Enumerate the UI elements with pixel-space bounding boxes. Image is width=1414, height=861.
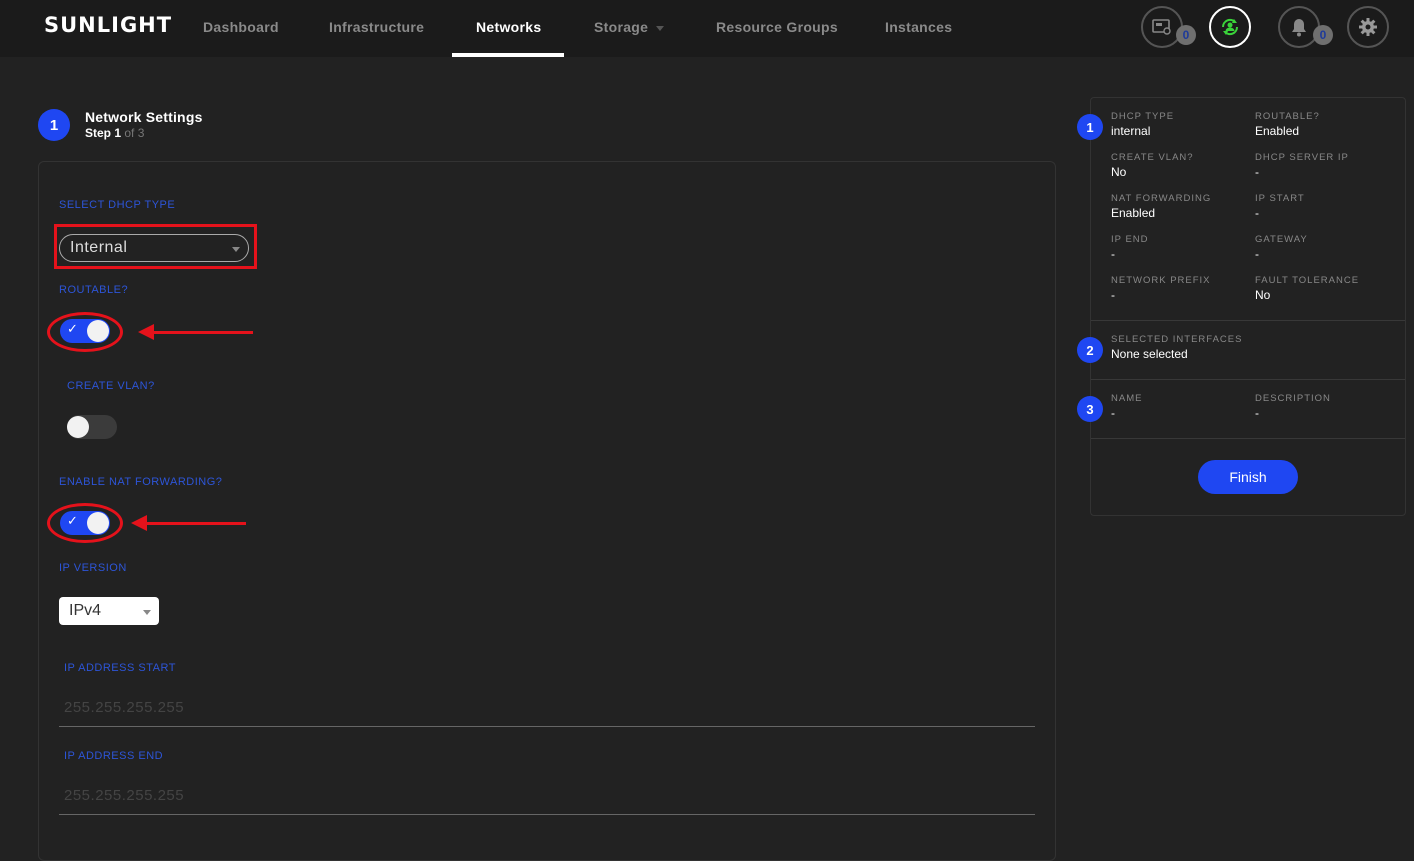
summary-label: SELECTED INTERFACES (1111, 334, 1243, 345)
annotation-ellipse (47, 503, 123, 543)
summary-value: No (1111, 165, 1127, 179)
create-vlan-label: CREATE VLAN? (67, 380, 155, 392)
chevron-down-icon (656, 25, 665, 31)
user-sync-icon (1221, 18, 1239, 36)
summary-value: None selected (1111, 347, 1188, 361)
summary-value: - (1111, 247, 1115, 261)
logo[interactable]: SUNLIGHT (44, 13, 172, 37)
step-current: Step 1 (85, 126, 122, 140)
summary-label: DESCRIPTION (1255, 393, 1331, 404)
summary-value: - (1255, 206, 1259, 220)
sim-card-icon (1152, 19, 1171, 35)
summary-label: DHCP SERVER IP (1255, 152, 1349, 163)
annotation-ellipse (47, 312, 123, 352)
summary-value: - (1255, 406, 1259, 420)
step-progress: Step 1 of 3 (85, 126, 144, 140)
dhcp-type-label: SELECT DHCP TYPE (59, 199, 176, 211)
nav-infrastructure[interactable]: Infrastructure (329, 19, 424, 35)
summary-label: CREATE VLAN? (1111, 152, 1194, 163)
nat-forwarding-label: ENABLE NAT FORWARDING? (59, 476, 223, 488)
toggle-knob (67, 416, 89, 438)
create-vlan-toggle[interactable] (67, 415, 117, 439)
summary-value: - (1255, 247, 1259, 261)
routable-label: ROUTABLE? (59, 284, 129, 296)
divider (1091, 320, 1405, 321)
summary-label: ROUTABLE? (1255, 111, 1320, 122)
nav-dashboard[interactable]: Dashboard (203, 19, 279, 35)
annotation-arrow (150, 331, 253, 334)
summary-label: DHCP TYPE (1111, 111, 1175, 122)
summary-label: NAT FORWARDING (1111, 193, 1212, 204)
step-indicator: 1 (38, 109, 70, 141)
notifications-button[interactable] (1278, 6, 1320, 48)
ip-start-input[interactable]: 255.255.255.255 (59, 693, 1035, 727)
annotation-arrow-head (138, 324, 154, 340)
settings-button[interactable] (1347, 6, 1389, 48)
nav-resource-groups[interactable]: Resource Groups (716, 19, 838, 35)
step-total: of 3 (124, 126, 145, 140)
summary-value: Enabled (1255, 124, 1300, 138)
nav-instances[interactable]: Instances (885, 19, 952, 35)
summary-label: IP END (1111, 234, 1149, 245)
summary-value: No (1255, 288, 1271, 302)
summary-step-1: 1 (1077, 114, 1103, 140)
summary-step-2: 2 (1077, 337, 1103, 363)
summary-value: internal (1111, 124, 1151, 138)
annotation-arrow-head (131, 515, 147, 531)
bell-icon (1292, 19, 1306, 37)
ip-start-label: IP ADDRESS START (64, 662, 176, 674)
nav-storage-label: Storage (594, 19, 649, 35)
nav-networks[interactable]: Networks (476, 19, 541, 35)
sim-badge: 0 (1176, 25, 1196, 45)
summary-label: NETWORK PREFIX (1111, 275, 1211, 286)
summary-label: NAME (1111, 393, 1143, 404)
ip-end-input[interactable]: 255.255.255.255 (59, 781, 1035, 815)
ip-version-value: IPv4 (69, 602, 102, 619)
ip-version-label: IP VERSION (59, 562, 127, 574)
summary-value: - (1255, 165, 1259, 179)
step-title: Network Settings (85, 109, 203, 125)
gear-icon (1359, 18, 1377, 36)
summary-value: - (1111, 406, 1115, 420)
annotation-arrow (143, 522, 246, 525)
sim-card-button[interactable] (1141, 6, 1183, 48)
active-tab-indicator (452, 53, 564, 57)
finish-button[interactable]: Finish (1198, 460, 1298, 494)
summary-step-3: 3 (1077, 396, 1103, 422)
divider (1091, 379, 1405, 380)
ip-version-select[interactable]: IPv4 (59, 597, 159, 625)
notifications-badge: 0 (1313, 25, 1333, 45)
nav-storage[interactable]: Storage (594, 19, 665, 35)
summary-value: - (1111, 288, 1115, 302)
annotation-highlight-box (54, 224, 257, 269)
divider (1091, 438, 1405, 439)
chevron-down-icon (143, 610, 151, 615)
summary-label: FAULT TOLERANCE (1255, 275, 1360, 286)
summary-label: IP START (1255, 193, 1305, 204)
top-navbar: SUNLIGHT Dashboard Infrastructure Networ… (0, 0, 1414, 57)
ip-end-label: IP ADDRESS END (64, 750, 164, 762)
summary-value: Enabled (1111, 206, 1156, 220)
summary-label: GATEWAY (1255, 234, 1308, 245)
user-sync-button[interactable] (1209, 6, 1251, 48)
